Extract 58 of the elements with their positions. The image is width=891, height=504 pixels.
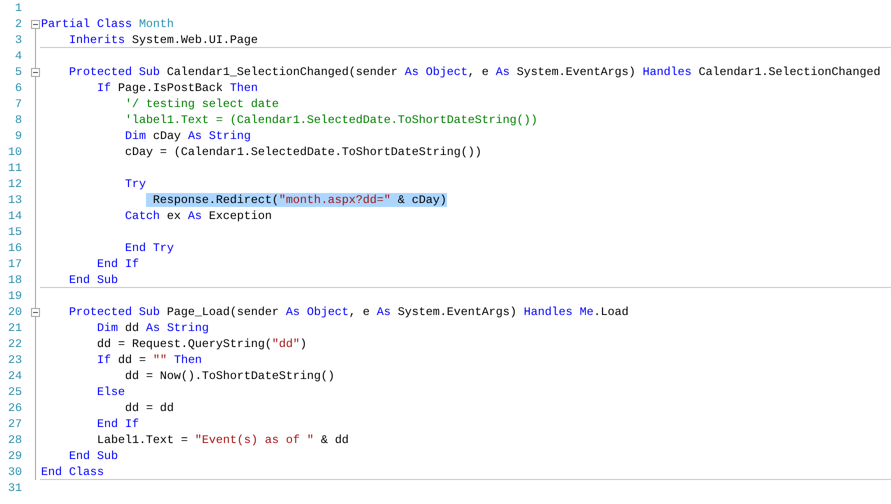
line-number: 1	[14, 0, 22, 16]
collapse-icon[interactable]	[31, 308, 40, 317]
line-number: 13	[7, 192, 22, 208]
line-number: 8	[14, 112, 22, 128]
line-number: 19	[7, 288, 22, 304]
line-number: 24	[7, 368, 22, 384]
line-number: 28	[7, 432, 22, 448]
code-line: cDay = (Calendar1.SelectedDate.ToShortDateString())	[124, 144, 482, 160]
code-line: Label1.Text = "Event(s) as of " & dd	[96, 432, 349, 448]
line-number: 9	[14, 128, 22, 144]
code-line: End If	[96, 256, 139, 272]
line-number: 25	[7, 384, 22, 400]
line-number: 30	[7, 464, 22, 480]
code-line: 'label1.Text = (Calendar1.SelectedDate.ToShortDateString())	[124, 112, 538, 128]
collapse-icon[interactable]	[31, 20, 40, 29]
line-number: 12	[7, 176, 22, 192]
code-line: End Try	[124, 240, 174, 256]
line-number: 3	[14, 32, 22, 48]
code-line: Partial Class Month	[41, 16, 174, 32]
line-number: 14	[7, 208, 22, 224]
line-number: 16	[7, 240, 22, 256]
line-number: 2	[14, 16, 22, 32]
code-line: End If	[96, 416, 139, 432]
line-number: 11	[7, 160, 22, 176]
code-line: dd = Now().ToShortDateString()	[124, 368, 335, 384]
code-line: Dim cDay As String	[124, 128, 251, 144]
code-line: dd = dd	[124, 400, 174, 416]
line-number: 20	[7, 304, 22, 320]
line-number: 5	[14, 64, 22, 80]
code-line: Protected Sub Calendar1_SelectionChanged(sender As Object, e As System.EventArgs) Handles Calendar1.SelectionChanged	[68, 64, 880, 80]
code-line: Inherits System.Web.UI.Page	[68, 32, 258, 48]
line-number: 22	[7, 336, 22, 352]
code-line: Dim dd As String	[96, 320, 209, 336]
line-number: 7	[14, 96, 22, 112]
line-number: 26	[7, 400, 22, 416]
code-line: Protected Sub Page_Load(sender As Object, e As System.EventArgs) Handles Me.Load	[68, 304, 629, 320]
code-line: '/ testing select date	[124, 96, 279, 112]
collapse-icon[interactable]	[31, 68, 40, 77]
code-line: End Sub	[68, 272, 118, 288]
code-line: End Sub	[68, 448, 118, 464]
line-number: 10	[7, 144, 22, 160]
line-number: 31	[7, 480, 22, 496]
code-line: Catch ex As Exception	[124, 208, 272, 224]
line-number: 15	[7, 224, 22, 240]
code-line: Else	[96, 384, 125, 400]
code-line: End Class	[41, 464, 104, 480]
line-number: 17	[7, 256, 22, 272]
line-number: 18	[7, 272, 22, 288]
line-number: 27	[7, 416, 22, 432]
line-number: 23	[7, 352, 22, 368]
code-line: If dd = "" Then	[96, 352, 202, 368]
line-number: 29	[7, 448, 22, 464]
code-line: dd = Request.QueryString("dd")	[96, 336, 307, 352]
code-line: Try	[124, 176, 146, 192]
line-number: 4	[14, 48, 22, 64]
code-line: If Page.IsPostBack Then	[96, 80, 258, 96]
line-number: 6	[14, 80, 22, 96]
line-number: 21	[7, 320, 22, 336]
